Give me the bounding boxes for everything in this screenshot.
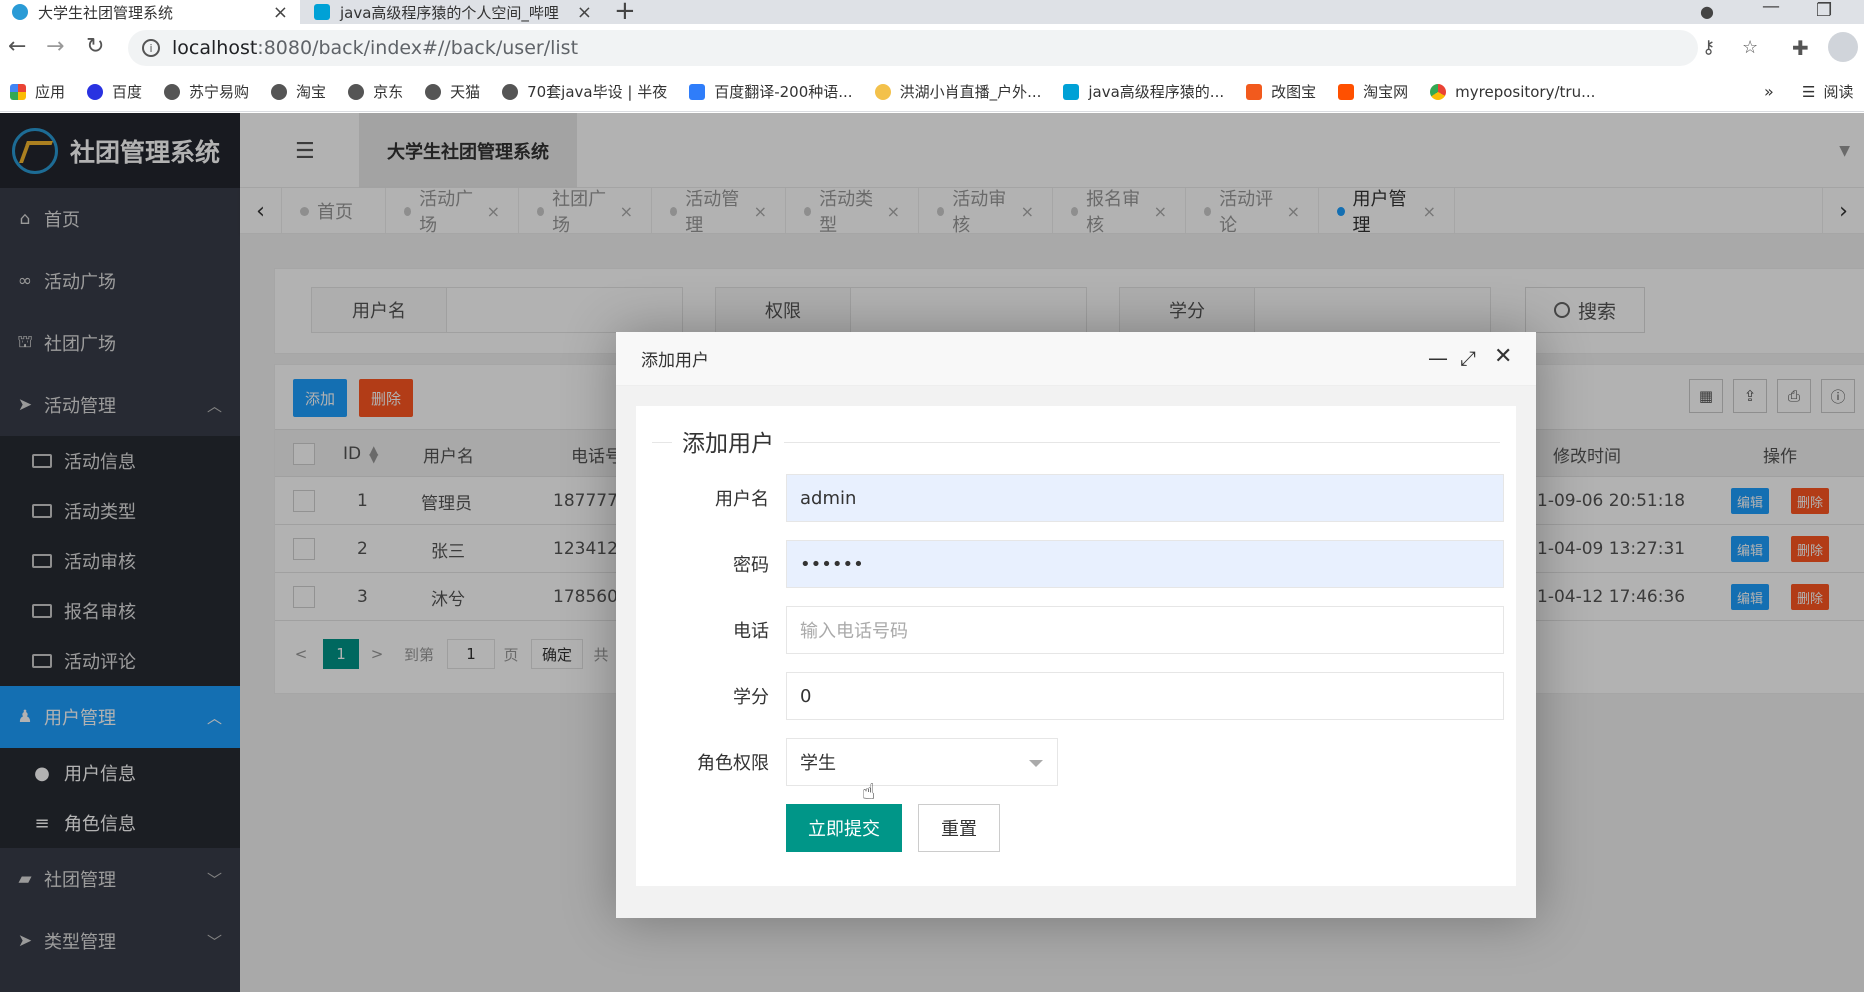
minimize-icon[interactable]: — bbox=[1762, 0, 1780, 17]
back-arrow-icon[interactable]: ← bbox=[8, 34, 26, 59]
globe-icon bbox=[348, 83, 365, 100]
browser-toolbar: ← → ↻ i localhost:8080/back/index#//back… bbox=[0, 24, 1864, 72]
username-label: 用户名 bbox=[715, 489, 769, 510]
add-user-modal: 添加用户 — ⤢ ✕ 添加用户 用户名 admin 密码 •••••• 电话 输… bbox=[616, 332, 1536, 918]
bookmark-70java[interactable]: 70套java毕设 | 半夜 bbox=[502, 81, 667, 102]
new-tab-button[interactable]: + bbox=[614, 0, 636, 26]
bilibili-icon bbox=[1063, 83, 1080, 100]
form-row-password: 密码 •••••• bbox=[636, 540, 1516, 588]
browser-tab-title: 大学生社团管理系统 bbox=[38, 3, 174, 22]
bookmark-gaitubao[interactable]: 改图宝 bbox=[1246, 81, 1316, 102]
globe-icon bbox=[271, 83, 288, 100]
bilibili-favicon-icon bbox=[314, 4, 330, 20]
globe-icon bbox=[164, 83, 181, 100]
bookmark-myrepository[interactable]: myrepository/tru... bbox=[1430, 83, 1595, 101]
chevron-down-icon bbox=[1029, 760, 1043, 767]
form-legend: 添加用户 bbox=[652, 424, 1500, 458]
credit-label: 学分 bbox=[733, 687, 769, 708]
bookmark-baidu[interactable]: 百度 bbox=[87, 81, 142, 102]
apps-grid-icon bbox=[10, 83, 26, 100]
close-tab-icon[interactable]: × bbox=[273, 2, 288, 23]
browser-tab[interactable]: java高级程序猿的个人空间_哔哩 × bbox=[302, 0, 604, 24]
bookmark-baidu-translate[interactable]: 百度翻译-200种语... bbox=[689, 81, 853, 102]
password-input[interactable]: •••••• bbox=[786, 540, 1504, 588]
form-row-role: 角色权限 学生 ☝ bbox=[636, 738, 1516, 805]
bookmark-jd[interactable]: 京东 bbox=[348, 81, 403, 102]
form-row-phone: 电话 输入电话号码 bbox=[636, 606, 1516, 654]
modal-form: 添加用户 用户名 admin 密码 •••••• 电话 输入电话号码 学分 0 … bbox=[636, 406, 1516, 886]
close-icon[interactable]: ✕ bbox=[1494, 344, 1512, 369]
globe-icon bbox=[502, 83, 519, 100]
maximize-icon[interactable]: ❐ bbox=[1816, 0, 1832, 21]
close-tab-icon[interactable]: × bbox=[577, 2, 592, 23]
globe-icon bbox=[425, 83, 442, 100]
browser-tab-title: java高级程序猿的个人空间_哔哩 bbox=[340, 3, 559, 22]
role-select[interactable]: 学生 bbox=[786, 738, 1058, 786]
form-legend-title: 添加用户 bbox=[672, 424, 784, 458]
reload-icon[interactable]: ↻ bbox=[86, 34, 104, 59]
reading-list[interactable]: ☰ 阅读 bbox=[1802, 81, 1853, 102]
password-label: 密码 bbox=[733, 555, 769, 576]
reset-button[interactable]: 重置 bbox=[918, 804, 1000, 852]
role-label: 角色权限 bbox=[697, 753, 769, 774]
browser-tab-active[interactable]: 大学生社团管理系统 × bbox=[0, 0, 300, 24]
extensions-icon[interactable]: ✚ bbox=[1792, 36, 1809, 60]
maximize-icon[interactable]: ⤢ bbox=[1460, 346, 1476, 370]
minimize-icon[interactable]: — bbox=[1428, 346, 1448, 370]
baidu-paw-icon bbox=[87, 83, 104, 100]
more-bookmarks-icon[interactable]: » bbox=[1764, 82, 1774, 101]
form-row-credit: 学分 0 bbox=[636, 672, 1516, 720]
bookmarks-bar: 应用 百度 苏宁易购 淘宝 京东 天猫 70套java毕设 | 半夜 百度翻译-… bbox=[0, 72, 1864, 112]
modal-title: 添加用户 bbox=[641, 351, 709, 371]
phone-input[interactable]: 输入电话号码 bbox=[786, 606, 1504, 654]
address-bar[interactable]: i localhost:8080/back/index#//back/user/… bbox=[128, 30, 1698, 66]
url-text: localhost:8080/back/index#//back/user/li… bbox=[172, 37, 579, 59]
bookmark-apps[interactable]: 应用 bbox=[10, 81, 65, 102]
bookmark-suning[interactable]: 苏宁易购 bbox=[164, 81, 249, 102]
key-icon[interactable]: ⚷ bbox=[1702, 37, 1715, 58]
forward-arrow-icon[interactable]: → bbox=[46, 34, 64, 59]
bookmark-taobaowang[interactable]: 淘宝网 bbox=[1338, 81, 1408, 102]
bookmark-tmall[interactable]: 天猫 bbox=[425, 81, 480, 102]
form-row-actions: 立即提交 重置 bbox=[636, 804, 1516, 852]
profile-menu-icon[interactable]: ● bbox=[1700, 2, 1714, 21]
bookmark-honghu[interactable]: 洪湖小肖直播_户外... bbox=[874, 81, 1041, 102]
username-input[interactable]: admin bbox=[786, 474, 1504, 522]
taobao-icon bbox=[1338, 83, 1355, 100]
bookmark-taobao[interactable]: 淘宝 bbox=[271, 81, 326, 102]
site-favicon-icon bbox=[12, 4, 28, 20]
chrome-icon bbox=[1430, 83, 1447, 100]
submit-button[interactable]: 立即提交 bbox=[786, 804, 902, 852]
bookmark-bilibili[interactable]: java高级程序猿的... bbox=[1063, 81, 1224, 102]
reading-list-icon: ☰ bbox=[1802, 82, 1816, 101]
hand-cursor-icon: ☝ bbox=[862, 780, 876, 805]
gaitubao-icon bbox=[1246, 83, 1263, 100]
phone-label: 电话 bbox=[733, 621, 769, 642]
credit-input[interactable]: 0 bbox=[786, 672, 1504, 720]
modal-header: 添加用户 — ⤢ ✕ bbox=[616, 332, 1536, 386]
browser-tab-strip: 大学生社团管理系统 × java高级程序猿的个人空间_哔哩 × + ● — ❐ bbox=[0, 0, 1864, 26]
browser-avatar[interactable] bbox=[1828, 32, 1858, 62]
deer-icon bbox=[874, 83, 891, 100]
bookmark-star-icon[interactable]: ☆ bbox=[1742, 37, 1758, 58]
form-row-username: 用户名 admin bbox=[636, 474, 1516, 522]
translate-icon bbox=[689, 83, 706, 100]
site-info-icon[interactable]: i bbox=[142, 39, 160, 57]
